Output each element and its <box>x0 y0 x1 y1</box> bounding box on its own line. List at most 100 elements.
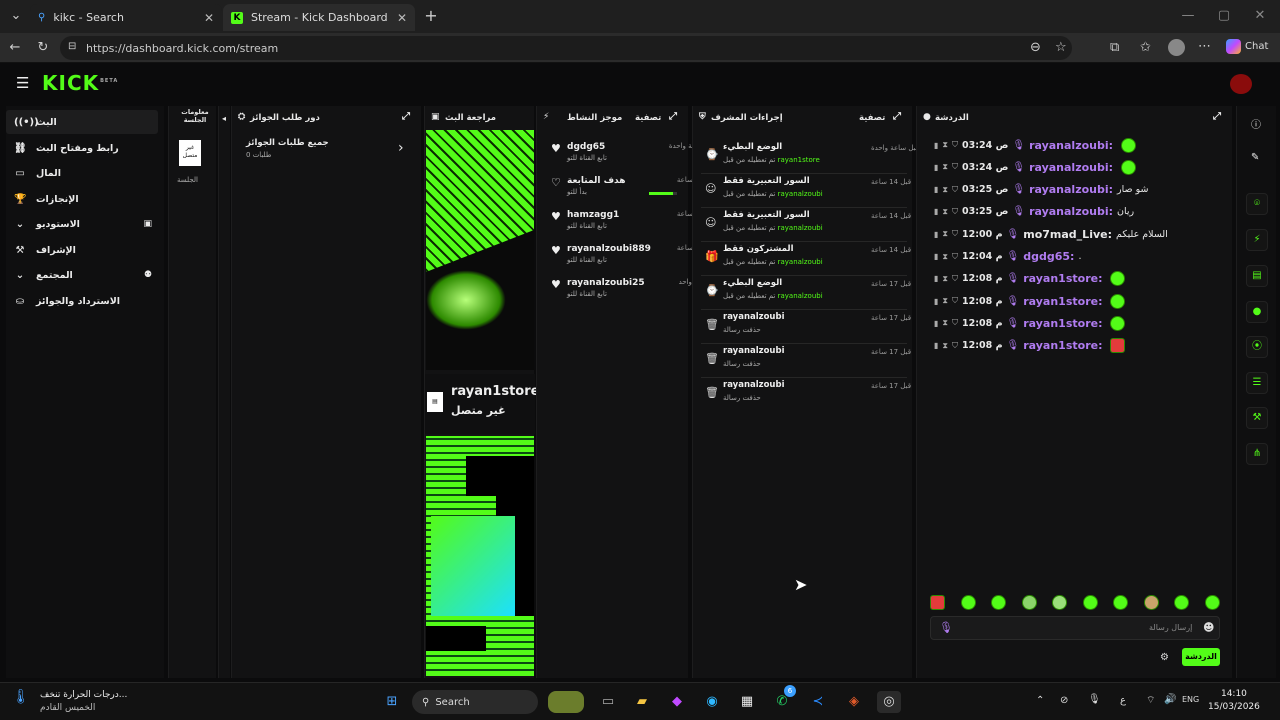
popout-icon[interactable]: ⤢ <box>893 111 901 122</box>
tray-mic-icon[interactable]: 🎙 <box>1088 694 1101 705</box>
site-info-icon[interactable]: ⊟ <box>68 41 76 52</box>
zoom-icon[interactable]: ⊖ <box>1030 40 1041 55</box>
file-explorer-icon[interactable]: ▰ <box>630 691 654 713</box>
popout-icon[interactable]: ⤢ <box>402 111 410 122</box>
emote-button[interactable] <box>1174 595 1190 610</box>
keyboard-layout[interactable]: ENG <box>1182 695 1199 704</box>
timeout-icon[interactable]: ⧗ <box>942 341 948 351</box>
chat-username[interactable]: rayanalzoubi: <box>1029 205 1113 218</box>
emote-button[interactable] <box>1021 595 1037 610</box>
sidebar-item-stream-key[interactable]: ⛓ رابط ومفتاح البث <box>6 136 158 160</box>
timeout-icon[interactable]: ⧗ <box>942 140 948 150</box>
weather-widget[interactable]: درجات الحرارة تنخف... الخميس القادم <box>40 689 127 715</box>
timeout-icon[interactable]: ⧗ <box>942 318 948 328</box>
taskbar-search[interactable]: ⚲ Search <box>412 690 538 714</box>
chat-username[interactable]: rayan1store: <box>1023 272 1102 285</box>
back-icon[interactable]: ← <box>6 40 24 55</box>
emote-button[interactable] <box>991 595 1007 610</box>
store-icon[interactable]: ▦ <box>735 691 759 713</box>
chat-settings-icon[interactable]: ⚙ <box>1160 652 1169 663</box>
filter-button[interactable]: تصفية <box>859 113 885 123</box>
all-requests-item[interactable]: جميع طلبات الجوائز 0 طلبات › <box>246 138 416 168</box>
tray-chevron-icon[interactable]: ⌃ <box>1036 695 1044 706</box>
pin-icon[interactable]: ▮ <box>934 319 938 328</box>
sidebar-item-money[interactable]: ▭ المال <box>6 161 158 185</box>
popout-icon[interactable]: ⤢ <box>1213 111 1221 122</box>
edge-icon[interactable]: ◉ <box>700 691 724 713</box>
mic-icon[interactable]: 🎙 <box>939 621 953 634</box>
pin-icon[interactable]: ▮ <box>934 163 938 172</box>
widget-game-icon[interactable] <box>548 691 584 713</box>
hamburger-menu-icon[interactable]: ☰ <box>16 74 29 92</box>
info-icon[interactable]: ⓘ <box>1251 116 1261 131</box>
tool-button-doc[interactable]: ▤ <box>1246 265 1268 287</box>
send-chat-button[interactable]: الدردشة <box>1182 648 1220 666</box>
tray-network-off-icon[interactable]: ⊘ <box>1060 695 1068 706</box>
url-field[interactable]: ⊟ https://dashboard.kick.com/stream ⊖ ☆ <box>60 36 1072 60</box>
chat-username[interactable]: dgdg65: <box>1023 250 1074 263</box>
close-icon[interactable]: ✕ <box>397 11 407 25</box>
favorites-icon[interactable]: ✩ <box>1140 40 1151 55</box>
chat-username[interactable]: rayanalzoubi: <box>1029 183 1113 196</box>
emote-button[interactable] <box>1143 595 1159 610</box>
window-close-icon[interactable]: ✕ <box>1252 8 1268 23</box>
sidebar-item-rewards[interactable]: ⛀ الاسترداد والجوائز <box>6 289 158 313</box>
tool-button-chat[interactable]: ● <box>1246 301 1268 323</box>
chat-username[interactable]: rayan1store: <box>1023 317 1102 330</box>
emote-button[interactable] <box>930 595 945 610</box>
timeout-icon[interactable]: ⧗ <box>942 252 948 262</box>
sidebar-item-achievements[interactable]: 🏆 الإنجازات <box>6 187 158 211</box>
pin-icon[interactable]: ▮ <box>934 341 938 350</box>
tool-button-wrench[interactable]: ⚒ <box>1246 407 1268 429</box>
timeout-icon[interactable]: ⧗ <box>942 185 948 195</box>
more-icon[interactable]: ⋯ <box>1198 39 1211 54</box>
app-icon[interactable]: ◈ <box>842 691 866 713</box>
timeout-icon[interactable]: ⧗ <box>942 274 948 284</box>
emote-button[interactable] <box>960 595 976 610</box>
whatsapp-icon[interactable]: ✆ 6 <box>770 685 796 713</box>
emote-button[interactable] <box>1204 595 1220 610</box>
tool-button-broadcast[interactable]: ⦿ <box>1246 336 1268 358</box>
copilot-app-icon[interactable]: ◆ <box>665 691 689 713</box>
volume-icon[interactable]: 🔊 <box>1164 694 1176 705</box>
pin-icon[interactable]: ▮ <box>934 252 938 261</box>
pin-icon[interactable]: ▮ <box>934 297 938 306</box>
sidebar-item-stream[interactable]: ((•)) البث <box>6 110 158 134</box>
emote-button[interactable] <box>1082 595 1098 610</box>
chat-username[interactable]: rayan1store: <box>1023 295 1102 308</box>
tool-button-bolt[interactable]: ⚡ <box>1246 229 1268 251</box>
pin-icon[interactable]: ▮ <box>934 230 938 239</box>
sidebar-item-studio[interactable]: ⌄ الاستوديو ▣ <box>6 212 158 236</box>
tab-menu-chevron-icon[interactable]: ⌄ <box>8 8 24 23</box>
new-tab-icon[interactable]: + <box>423 6 439 25</box>
sidebar-item-moderation[interactable]: ⚒ الإشراف <box>6 238 158 262</box>
tool-button-layers[interactable]: ☰ <box>1246 372 1268 394</box>
chat-username[interactable]: rayan1store: <box>1023 339 1102 352</box>
kick-logo[interactable]: KICKBETA <box>42 71 118 95</box>
collapsed-panel[interactable]: ◂ <box>218 106 230 678</box>
tool-button-camera[interactable]: ⌾ <box>1246 193 1268 215</box>
timeout-icon[interactable]: ⧗ <box>942 229 948 239</box>
timeout-icon[interactable]: ⧗ <box>942 296 948 306</box>
chat-input[interactable]: 🎙 إرسال رسالة ☻ <box>930 616 1220 640</box>
sidebar-item-community[interactable]: ⌄ المجتمع ⚉ <box>6 263 158 287</box>
wifi-icon[interactable]: ⌔ <box>1146 694 1155 707</box>
clock[interactable]: 14:10 15/03/2026 <box>1208 688 1260 714</box>
pin-icon[interactable]: ▮ <box>934 274 938 283</box>
obs-icon[interactable]: ◎ <box>877 691 901 713</box>
pin-icon[interactable]: ▮ <box>934 185 938 194</box>
chat-username[interactable]: mo7mad_Live: <box>1023 228 1112 241</box>
favorite-icon[interactable]: ☆ <box>1055 40 1067 55</box>
tab-kick-dashboard[interactable]: K Stream - Kick Dashboard ✕ <box>223 4 415 31</box>
vscode-icon[interactable]: ≺ <box>806 691 830 713</box>
edit-icon[interactable]: ✎ <box>1251 152 1259 163</box>
emote-button[interactable] <box>1052 595 1068 610</box>
task-view-icon[interactable]: ▭ <box>596 691 620 713</box>
minimize-icon[interactable]: — <box>1180 8 1196 23</box>
chat-username[interactable]: rayanalzoubi: <box>1029 161 1113 174</box>
extensions-icon[interactable]: ⧉ <box>1110 40 1119 55</box>
refresh-icon[interactable]: ↻ <box>34 40 52 55</box>
pin-icon[interactable]: ▮ <box>934 141 938 150</box>
language-indicator[interactable]: ع <box>1120 695 1126 706</box>
timeout-icon[interactable]: ⧗ <box>942 207 948 217</box>
